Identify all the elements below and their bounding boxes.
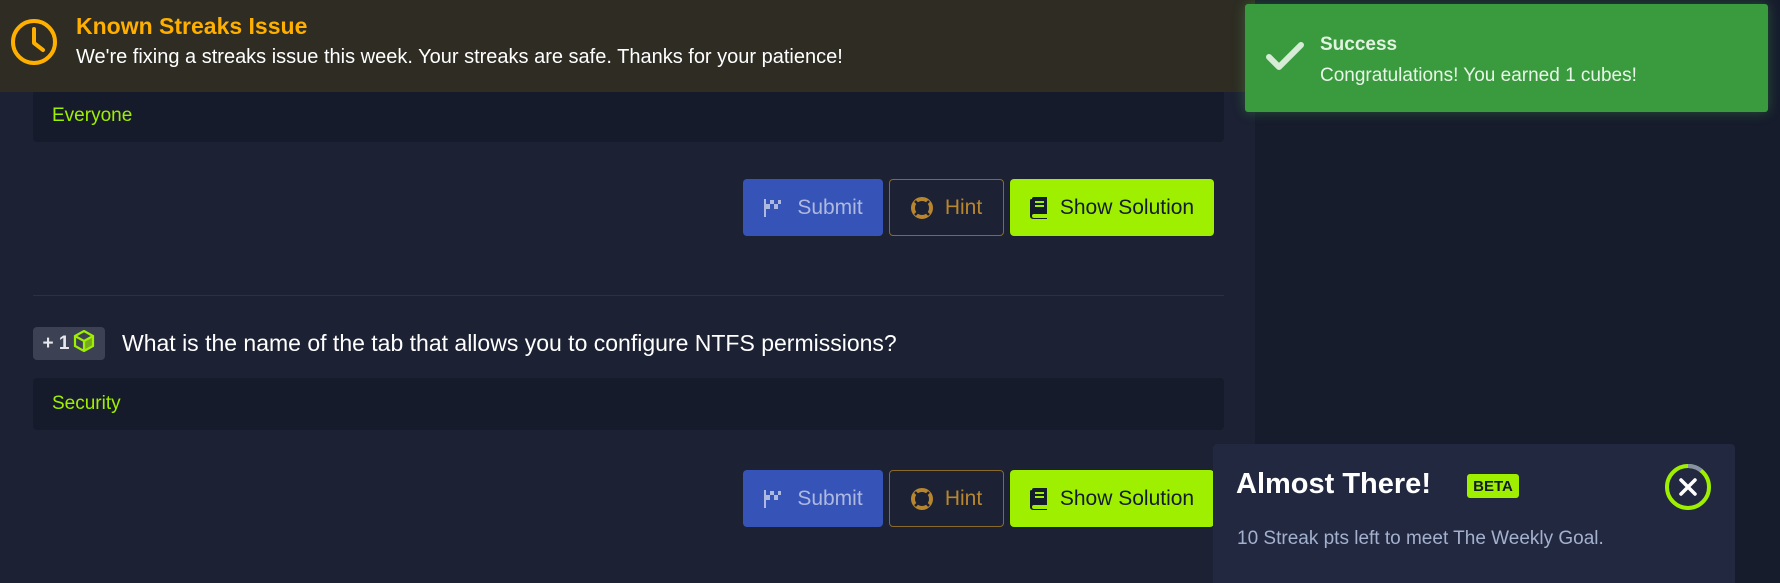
submit-button[interactable]: Submit xyxy=(743,470,883,527)
section-divider xyxy=(33,295,1224,296)
lifebuoy-icon xyxy=(910,487,933,510)
cube-reward-badge: + 1 xyxy=(33,327,105,360)
show-solution-label: Show Solution xyxy=(1059,195,1195,219)
book-icon xyxy=(1029,196,1048,219)
question-text: What is the name of the tab that allows … xyxy=(122,330,897,356)
announcement-banner: Known Streaks Issue We're fixing a strea… xyxy=(0,0,1255,92)
toast-title: Success xyxy=(1320,34,1398,55)
streak-card-title: Almost There! xyxy=(1236,468,1431,500)
hint-label: Hint xyxy=(944,486,983,510)
answer-field-q2[interactable]: Security xyxy=(33,378,1224,430)
answer-text: Everyone xyxy=(52,105,133,126)
streak-progress-card: Almost There! BETA 10 Streak pts left to… xyxy=(1213,444,1735,583)
hint-label: Hint xyxy=(944,195,983,219)
answer-text: Security xyxy=(52,393,121,414)
show-solution-button[interactable]: Show Solution xyxy=(1010,470,1214,527)
answer-field-q1[interactable]: Everyone xyxy=(33,90,1224,142)
banner-title: Known Streaks Issue xyxy=(76,13,308,39)
close-icon xyxy=(1665,463,1711,510)
show-solution-label: Show Solution xyxy=(1059,486,1195,510)
beta-badge: BETA xyxy=(1467,474,1519,498)
flag-icon xyxy=(763,489,785,509)
flag-icon xyxy=(763,198,785,218)
submit-label: Submit xyxy=(797,195,863,219)
submit-button[interactable]: Submit xyxy=(743,179,883,236)
checkmark-icon xyxy=(1266,41,1304,76)
cube-icon xyxy=(73,329,95,358)
streak-card-text: 10 Streak pts left to meet The Weekly Go… xyxy=(1237,528,1604,549)
close-button[interactable] xyxy=(1663,462,1713,512)
reward-text: + 1 xyxy=(42,332,70,354)
banner-message: We're fixing a streaks issue this week. … xyxy=(76,46,843,68)
book-icon xyxy=(1029,487,1048,510)
toast-message: Congratulations! You earned 1 cubes! xyxy=(1320,65,1637,86)
button-row-q2: Submit Hint Show Solution xyxy=(743,470,1214,527)
lifebuoy-icon xyxy=(910,196,933,219)
button-row-q1: Submit Hint Show Solution xyxy=(743,179,1214,236)
clock-icon xyxy=(9,17,59,72)
hint-button[interactable]: Hint xyxy=(889,179,1004,236)
submit-label: Submit xyxy=(797,486,863,510)
success-toast[interactable]: Success Congratulations! You earned 1 cu… xyxy=(1245,4,1768,112)
show-solution-button[interactable]: Show Solution xyxy=(1010,179,1214,236)
hint-button[interactable]: Hint xyxy=(889,470,1004,527)
